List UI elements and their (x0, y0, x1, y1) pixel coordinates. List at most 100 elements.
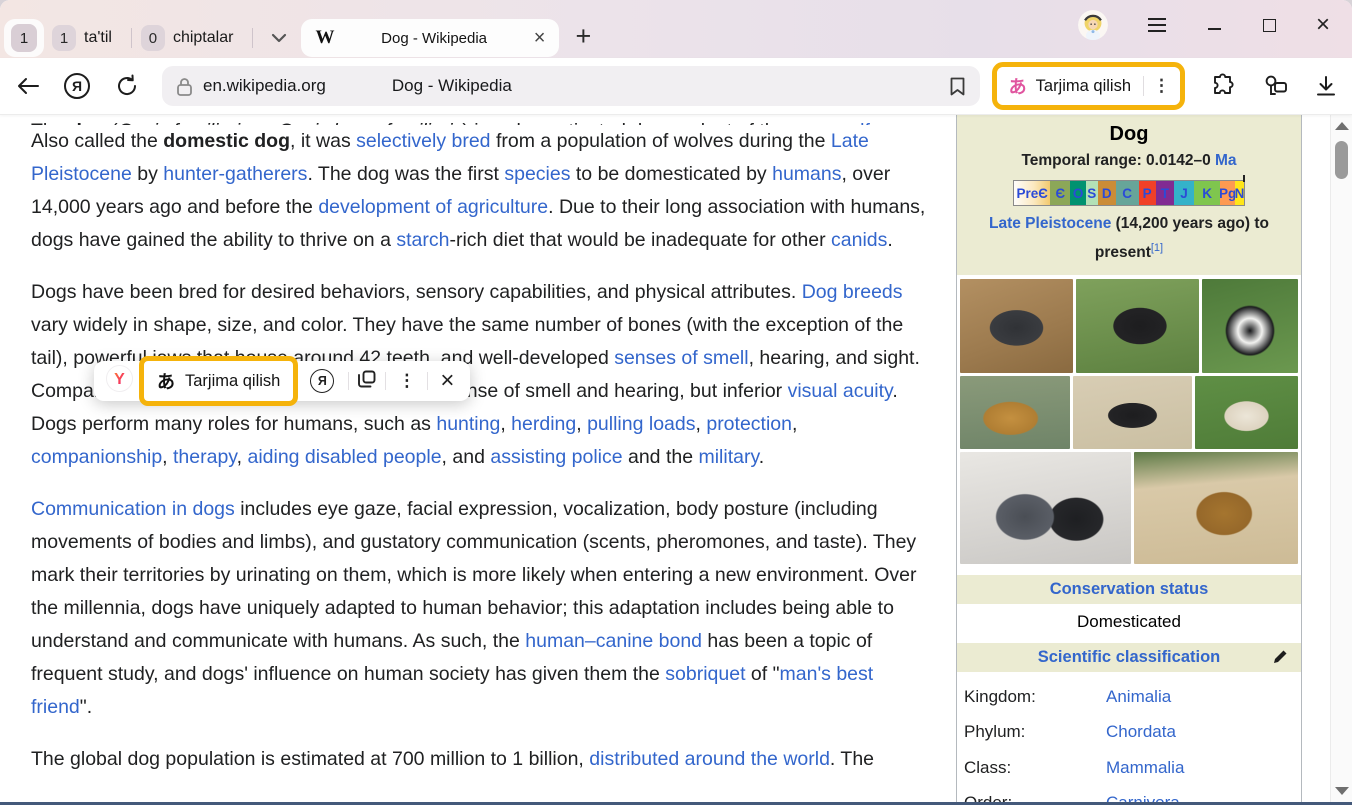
group-tatil-count[interactable]: 1 (52, 25, 76, 51)
profile-avatar[interactable] (1078, 10, 1108, 40)
minimize-icon[interactable] (1208, 28, 1221, 30)
article-text-run: , (576, 413, 587, 435)
scrollbar[interactable] (1330, 115, 1352, 802)
timescale-period-S[interactable]: S (1086, 181, 1098, 205)
article-link[interactable]: senses of smell (614, 347, 748, 369)
active-tab[interactable]: W Dog - Wikipedia × (301, 19, 559, 57)
popup-translate-button[interactable]: Tarjima qilish (185, 372, 280, 391)
tab-group-chip[interactable]: 1 (4, 19, 44, 57)
photo-row (960, 376, 1298, 449)
article-link[interactable]: Dog breeds (802, 281, 903, 303)
chevron-down-icon[interactable] (271, 33, 287, 43)
scientific-classification-link[interactable]: Scientific classification (1038, 648, 1220, 666)
article-link[interactable]: assisting police (490, 446, 622, 468)
reference-link[interactable]: [1] (1151, 242, 1163, 254)
bookmark-icon[interactable] (949, 76, 966, 97)
password-manager-key-icon[interactable] (1261, 73, 1289, 99)
ma-link[interactable]: Ma (1215, 152, 1237, 169)
close-popup-icon[interactable]: × (440, 369, 454, 393)
dog-photo-japanese-chin[interactable] (1202, 279, 1298, 373)
article-link[interactable]: distributed around the world (589, 748, 830, 770)
conservation-status-link[interactable]: Conservation status (1050, 580, 1209, 598)
timescale-period-C[interactable]: C (1116, 181, 1139, 205)
late-pleistocene-link[interactable]: Late Pleistocene (989, 215, 1111, 232)
yandex-home-icon[interactable]: Я (64, 73, 90, 99)
timescale-period-T[interactable]: T (1156, 181, 1174, 205)
timescale-period-P[interactable]: P (1139, 181, 1156, 205)
scrollbar-thumb[interactable] (1335, 141, 1348, 179)
close-icon[interactable]: × (1316, 14, 1330, 36)
article-text: The dog (Canis familiaris or Canis lupus… (31, 115, 930, 795)
article-link[interactable]: aiding disabled people (247, 446, 441, 468)
taxonomy-value-link[interactable]: Animalia (1106, 687, 1171, 707)
article-link[interactable]: companionship (31, 446, 162, 468)
scroll-down-icon[interactable] (1335, 787, 1349, 795)
back-icon[interactable] (16, 77, 40, 95)
translate-icon: あ (1009, 73, 1027, 99)
timescale-period-Є[interactable]: Є (1050, 181, 1070, 205)
dog-photo-golden-water[interactable] (960, 376, 1070, 449)
maximize-icon[interactable] (1263, 19, 1276, 32)
article-link[interactable]: selectively bred (356, 130, 490, 152)
article-link[interactable]: pulling loads (587, 413, 695, 435)
article-link[interactable]: development of agriculture (318, 196, 548, 218)
tab-close-icon[interactable]: × (534, 28, 546, 48)
address-bar[interactable]: en.wikipedia.org Dog - Wikipedia (162, 66, 980, 106)
menu-icon[interactable] (1148, 18, 1166, 32)
article-text-run: , (237, 446, 248, 468)
divider (131, 28, 132, 48)
reload-icon[interactable] (116, 74, 140, 98)
timescale-period-O[interactable]: O (1070, 181, 1085, 205)
group-tatil-label[interactable]: ta'til (84, 29, 112, 47)
article-link[interactable]: humans (772, 163, 841, 185)
group-chiptalar-label[interactable]: chiptalar (173, 29, 233, 47)
window-controls: × (1078, 10, 1330, 40)
edit-pencil-icon[interactable] (1272, 649, 1288, 670)
dog-photo-sled-dogs-snow[interactable] (960, 452, 1131, 564)
taxonomy-value-link[interactable]: Mammalia (1106, 758, 1184, 778)
taxonomy-value-link[interactable]: Chordata (1106, 722, 1176, 742)
article-link[interactable]: therapy (173, 446, 237, 468)
timescale-period-J[interactable]: J (1174, 181, 1194, 205)
downloads-icon[interactable] (1314, 74, 1338, 98)
group-chiptalar-count[interactable]: 0 (141, 25, 165, 51)
article-link[interactable]: starch (396, 229, 449, 251)
divider (252, 28, 253, 48)
dog-photo-terrier-grass[interactable] (1195, 376, 1298, 449)
translate-button[interactable]: あ Tarjima qilish ⋮ (997, 67, 1180, 105)
article-link[interactable]: human–canine bond (525, 630, 702, 652)
extensions-puzzle-icon[interactable] (1210, 73, 1236, 99)
article-link[interactable]: military (698, 446, 758, 468)
article-link[interactable]: Communication in dogs (31, 498, 235, 520)
article-link[interactable]: hunter-gatherers (163, 163, 307, 185)
search-in-yandex-icon[interactable]: Я (310, 369, 334, 393)
timescale-period-D[interactable]: D (1098, 181, 1116, 205)
article-link[interactable]: hunting (436, 413, 500, 435)
article-link[interactable]: protection (706, 413, 792, 435)
article-link[interactable]: canids (831, 229, 887, 251)
timescale-period-PreЄ[interactable]: PreЄ (1014, 181, 1050, 205)
infobox-title: Dog (963, 121, 1295, 147)
article-text-run: , (162, 446, 173, 468)
taxonomy-value-link[interactable]: Carnivora (1106, 793, 1180, 802)
copy-icon[interactable] (357, 369, 377, 394)
dog-photo-black-lab-snow[interactable] (1073, 376, 1193, 449)
more-options-icon[interactable]: ⋮ (1153, 76, 1170, 96)
timescale-period-K[interactable]: K (1194, 181, 1220, 205)
scroll-up-icon[interactable] (1335, 122, 1349, 130)
article-link[interactable]: herding (511, 413, 576, 435)
more-options-icon[interactable]: ⋮ (398, 371, 415, 391)
lock-icon (176, 76, 193, 97)
new-tab-button[interactable]: + (575, 23, 591, 50)
article-link[interactable]: sobriquet (665, 663, 745, 685)
dog-photo-mottled-running[interactable] (960, 279, 1073, 373)
dog-photo-black-white-grass[interactable] (1076, 279, 1199, 373)
toolbar: Я en.wikipedia.org Dog - Wikipedia あ Tar… (0, 58, 1352, 115)
timescale-period-N[interactable]: N (1235, 181, 1244, 205)
article-link[interactable]: visual acuity (788, 380, 893, 402)
divider (348, 372, 349, 390)
dog-photo-beach-dogs[interactable] (1134, 452, 1298, 564)
taxonomy-rank-label: Phylum: (964, 722, 1106, 742)
timescale-period-Pg[interactable]: Pg (1220, 181, 1235, 205)
article-link[interactable]: species (504, 163, 570, 185)
